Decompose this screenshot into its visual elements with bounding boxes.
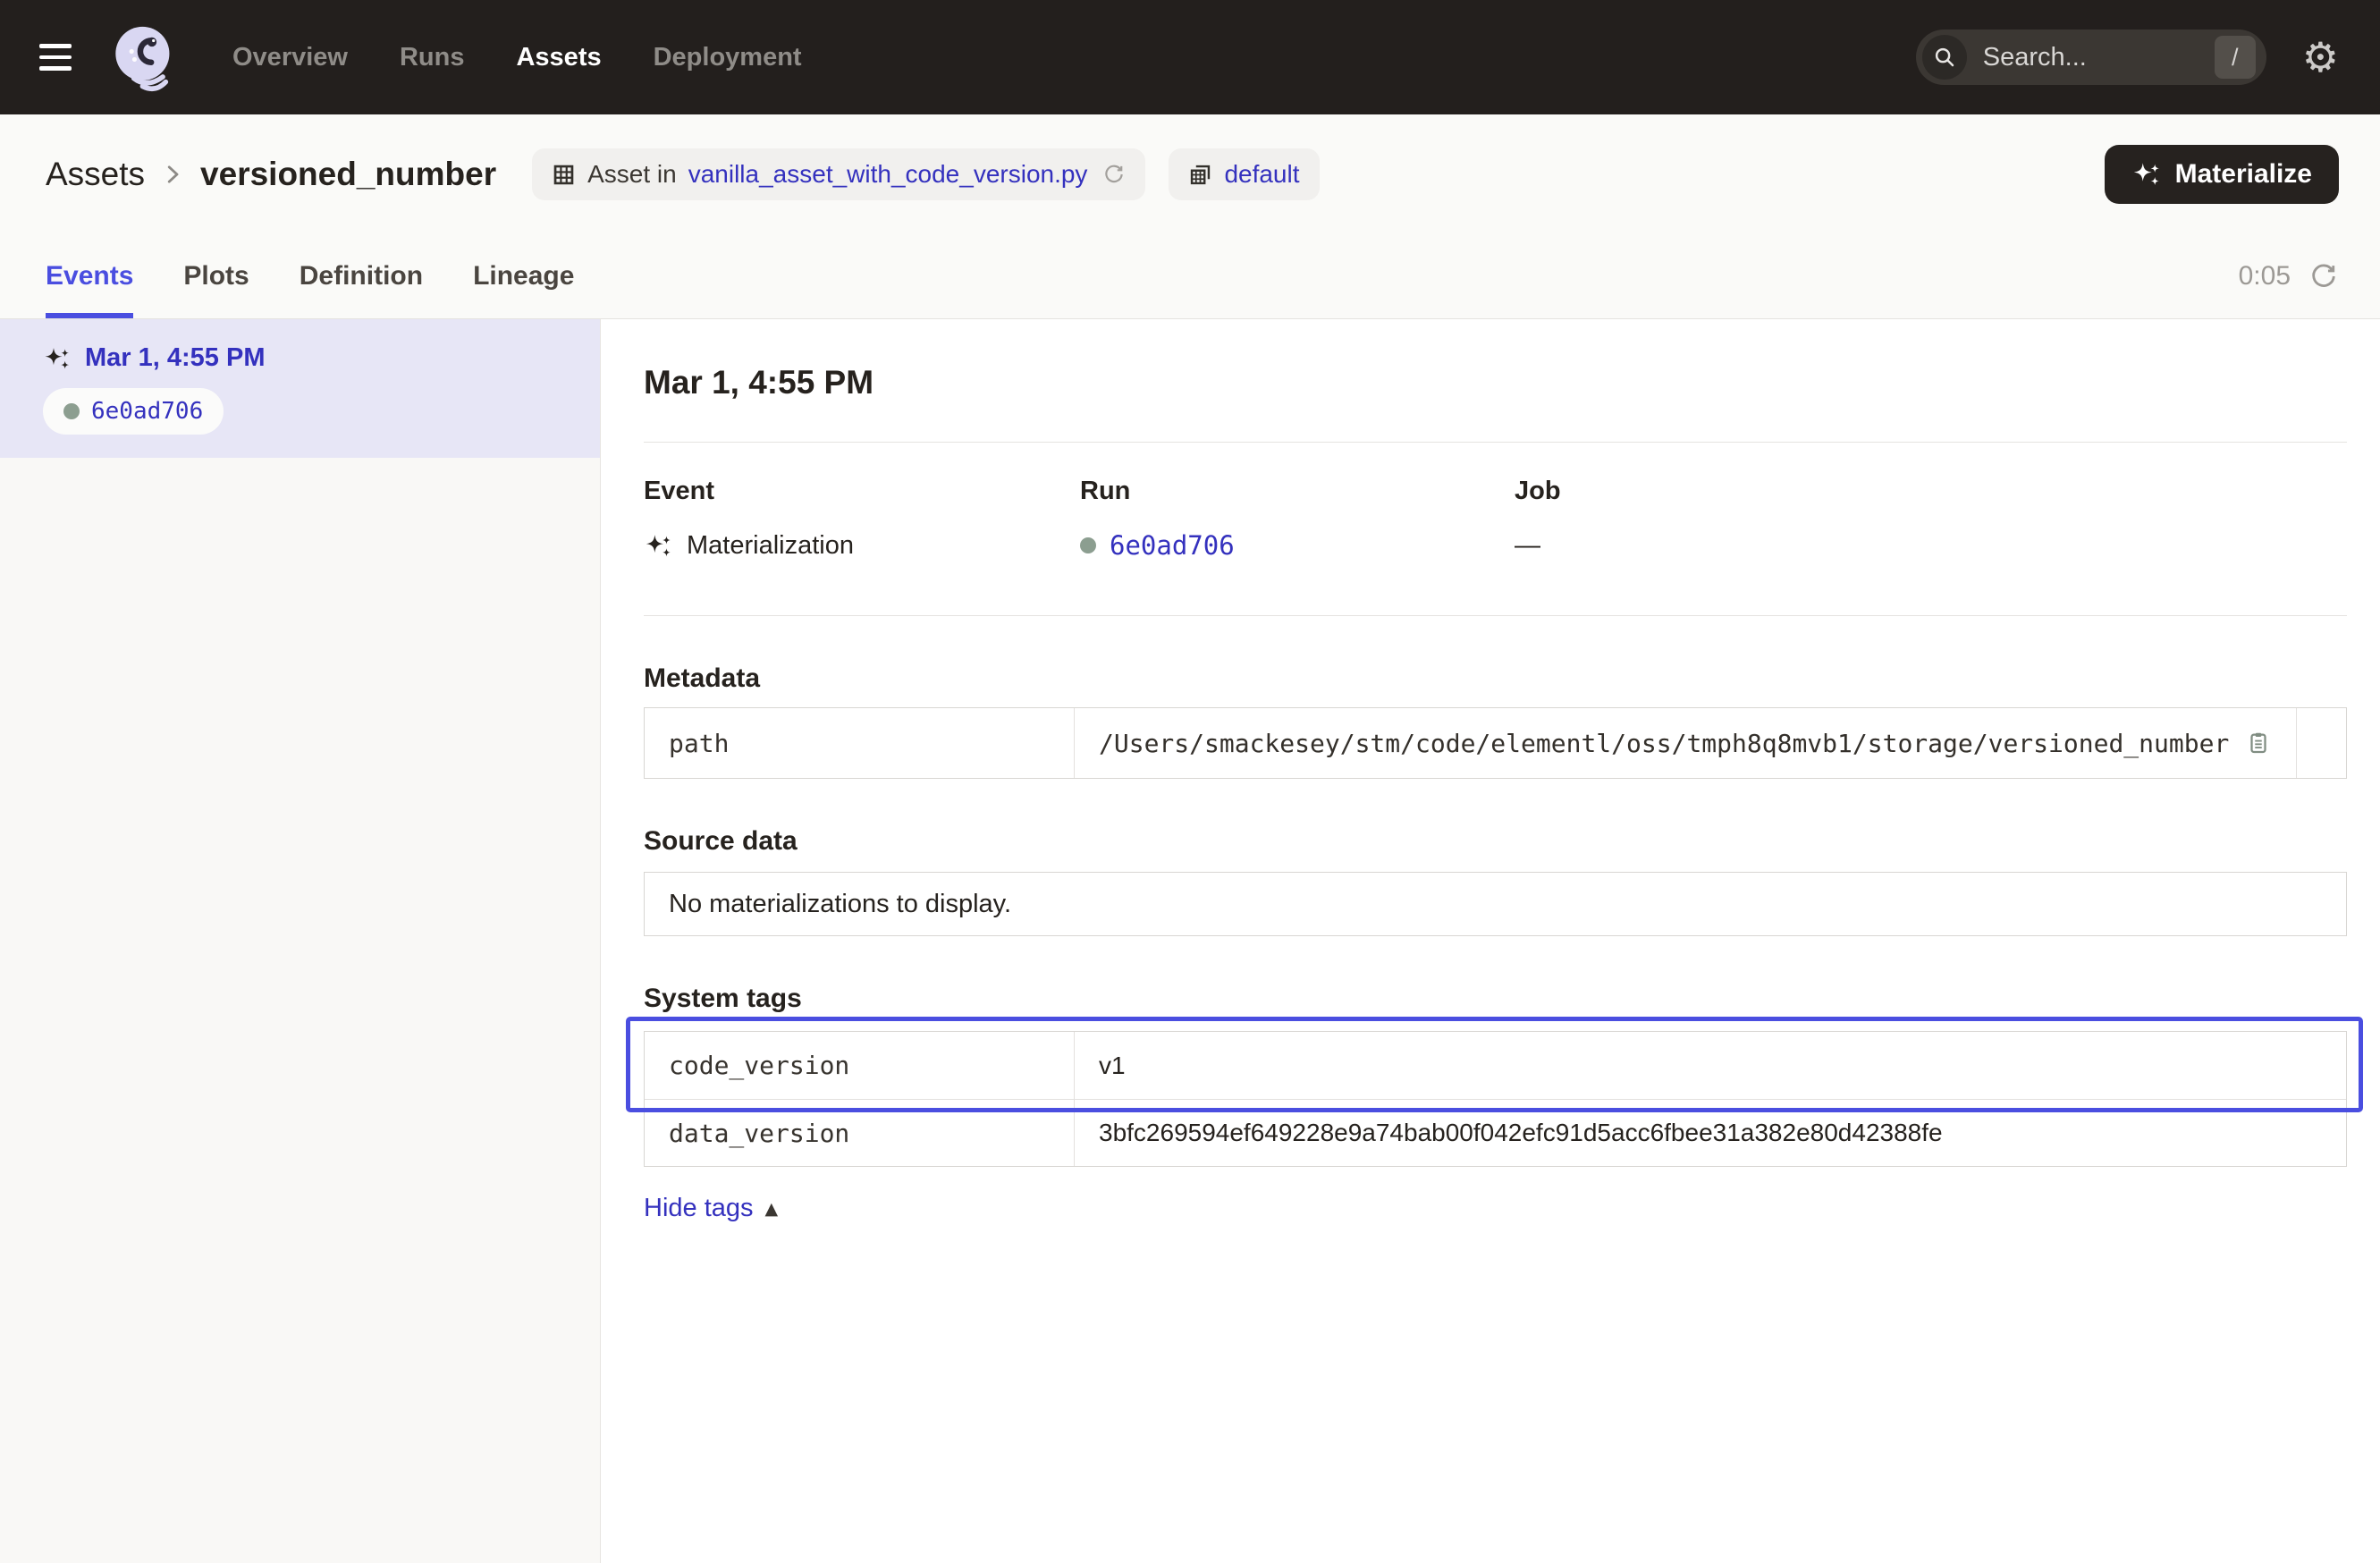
job-empty-value: — — [1515, 531, 1540, 561]
tag-value-data-version: 3bfc269594ef649228e9a74bab00f042efc91d5a… — [1075, 1099, 2346, 1166]
run-id-link[interactable]: 6e0ad706 — [1110, 530, 1235, 561]
materialization-sparkle-icon — [43, 344, 72, 373]
asset-file-link[interactable]: vanilla_asset_with_code_version.py — [688, 160, 1088, 189]
refresh-icon[interactable] — [2308, 261, 2339, 291]
copy-icon[interactable] — [2245, 730, 2272, 756]
search-input[interactable] — [1981, 42, 2215, 73]
nav-item-deployment[interactable]: Deployment — [654, 43, 802, 72]
code-location-pill: default — [1169, 148, 1319, 200]
nav-item-runs[interactable]: Runs — [400, 43, 465, 72]
tag-value-code-version: v1 — [1075, 1032, 2346, 1099]
system-tags-table: code_version v1 data_version 3bfc269594e… — [644, 1031, 2347, 1167]
job-column-label: Job — [1515, 477, 1561, 506]
system-tags-heading: System tags — [644, 983, 2347, 1015]
search-icon — [1922, 35, 1967, 80]
run-id: 6e0ad706 — [91, 398, 203, 425]
metadata-path-link[interactable]: /Users/smackesey/stm/code/elementl/oss/t… — [1099, 729, 2229, 758]
tab-events[interactable]: Events — [46, 234, 133, 318]
materialize-button-label: Materialize — [2175, 159, 2312, 190]
breadcrumb-assets-link[interactable]: Assets — [46, 156, 145, 193]
metadata-heading: Metadata — [644, 663, 2347, 695]
asset-definition-pill: Asset in vanilla_asset_with_code_version… — [532, 148, 1145, 200]
sparkle-icon — [2131, 159, 2162, 190]
run-status-dot — [63, 403, 80, 419]
tab-definition[interactable]: Definition — [300, 234, 423, 318]
asset-pill-prefix: Asset in — [587, 160, 677, 189]
code-location-link[interactable]: default — [1224, 160, 1299, 189]
event-detail-title: Mar 1, 4:55 PM — [644, 364, 2347, 401]
run-column-label: Run — [1080, 477, 1515, 506]
asset-header: Assets versioned_number Asset in vanilla… — [0, 114, 2380, 234]
top-nav: Overview Runs Assets Deployment / ⚙ — [0, 0, 2380, 114]
event-column-label: Event — [644, 477, 1080, 506]
event-detail-panel: Mar 1, 4:55 PM Event Materialization Run… — [601, 319, 2380, 1563]
chevron-right-icon — [159, 161, 186, 188]
event-list-item[interactable]: Mar 1, 4:55 PM 6e0ad706 — [0, 319, 600, 458]
nav-item-assets[interactable]: Assets — [516, 43, 601, 72]
caret-up-icon: ▲ — [765, 1199, 779, 1219]
settings-gear-icon[interactable]: ⚙ — [2302, 37, 2339, 78]
reload-definition-icon[interactable] — [1102, 163, 1126, 186]
metadata-actions-cell — [2297, 708, 2346, 778]
menu-icon[interactable] — [39, 32, 89, 82]
run-status-dot — [1080, 537, 1096, 553]
hide-tags-label: Hide tags — [644, 1194, 754, 1223]
event-list-sidebar: Mar 1, 4:55 PM 6e0ad706 — [0, 319, 601, 1563]
asset-tabs: Events Plots Definition Lineage 0:05 — [0, 234, 2380, 319]
tag-key-data-version: data_version — [645, 1099, 1075, 1166]
asset-grid-icon — [552, 163, 576, 187]
tab-lineage[interactable]: Lineage — [473, 234, 574, 318]
code-location-icon — [1188, 163, 1212, 187]
nav-item-overview[interactable]: Overview — [232, 43, 348, 72]
tab-plots[interactable]: Plots — [183, 234, 249, 318]
source-data-empty-message: No materializations to display. — [644, 872, 2347, 936]
asset-name-title: versioned_number — [200, 156, 496, 193]
tag-key-code-version: code_version — [645, 1032, 1075, 1099]
search-shortcut-key: / — [2215, 36, 2256, 79]
primary-nav: Overview Runs Assets Deployment — [232, 43, 802, 72]
metadata-key: path — [645, 708, 1075, 778]
event-timestamp-link[interactable]: Mar 1, 4:55 PM — [85, 343, 265, 373]
materialization-sparkle-icon — [644, 531, 673, 561]
metadata-table: path /Users/smackesey/stm/code/elementl/… — [644, 707, 2347, 779]
dagster-logo-icon[interactable] — [109, 22, 179, 92]
run-badge[interactable]: 6e0ad706 — [43, 388, 224, 435]
materialize-button[interactable]: Materialize — [2105, 145, 2339, 204]
source-data-heading: Source data — [644, 825, 2347, 858]
hide-tags-link[interactable]: Hide tags ▲ — [644, 1194, 778, 1223]
refresh-countdown: 0:05 — [2239, 261, 2291, 291]
divider — [644, 442, 2347, 443]
event-type-value: Materialization — [687, 531, 854, 561]
search-bar[interactable]: / — [1916, 30, 2266, 85]
event-summary: Event Materialization Run 6e0ad706 Job — — [644, 477, 2347, 563]
divider — [644, 615, 2347, 616]
